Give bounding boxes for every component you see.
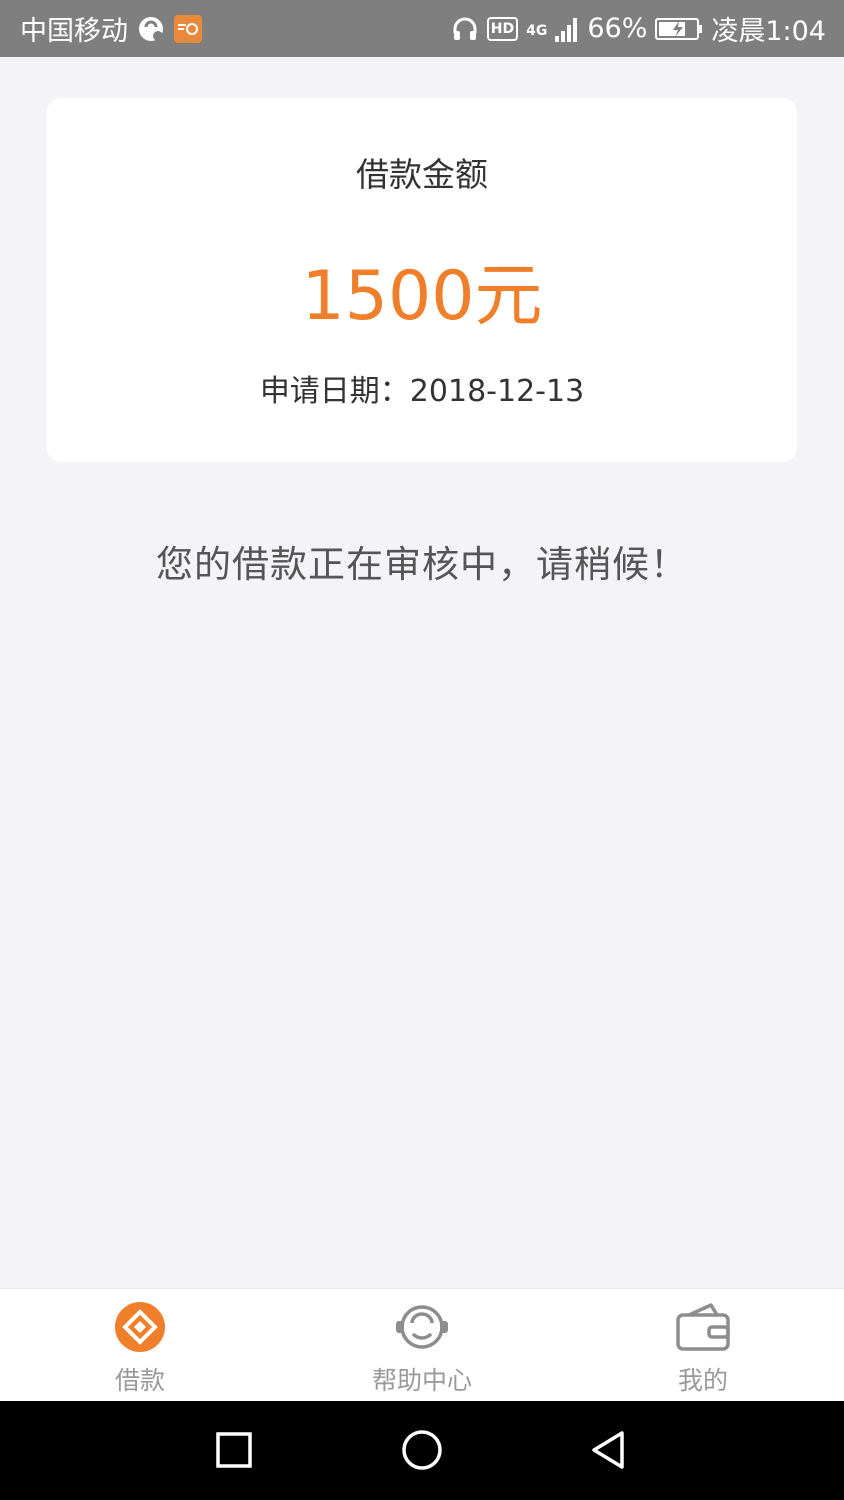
tab-help-center[interactable]: 帮助中心 xyxy=(322,1289,522,1402)
battery-percent: 66% xyxy=(587,13,648,44)
status-bar-left: 中国移动 xyxy=(20,9,202,48)
review-status-message: 您的借款正在审核中，请稍候！ xyxy=(156,543,688,586)
wallet-icon xyxy=(676,1303,730,1351)
recent-apps-icon[interactable] xyxy=(209,1425,259,1475)
home-icon[interactable] xyxy=(397,1425,447,1475)
status-bar: 中国移动 HD 4G 66% 凌晨1:04 xyxy=(0,0,844,57)
system-navigation-bar xyxy=(0,1401,844,1500)
tab-help-center-label: 帮助中心 xyxy=(371,1366,472,1395)
battery-charging-icon xyxy=(655,17,703,41)
headset-icon xyxy=(451,15,479,43)
back-icon[interactable] xyxy=(584,1425,634,1475)
app-notification-icon xyxy=(174,14,202,43)
loan-diamond-icon xyxy=(115,1302,165,1352)
tab-loan-label: 借款 xyxy=(114,1366,165,1395)
network-type: 4G xyxy=(526,23,548,39)
chat-icon xyxy=(136,14,166,44)
tab-loan[interactable]: 借款 xyxy=(40,1289,240,1402)
customer-service-icon xyxy=(396,1305,448,1349)
hd-icon: HD xyxy=(486,16,519,41)
application-date: 申请日期：2018-12-13 xyxy=(259,374,585,409)
amount-label: 借款金额 xyxy=(356,155,488,194)
loan-amount: 1500元 xyxy=(301,257,543,336)
carrier-name: 中国移动 xyxy=(20,16,128,47)
bottom-tab-bar: 借款 帮助中心 我的 xyxy=(0,1288,844,1401)
clock: 凌晨1:04 xyxy=(711,16,826,47)
status-bar-right: HD 4G 66% 凌晨1:04 xyxy=(451,9,826,48)
signal-icon xyxy=(555,16,579,42)
tab-mine-label: 我的 xyxy=(677,1366,728,1395)
tab-mine[interactable]: 我的 xyxy=(603,1289,803,1402)
